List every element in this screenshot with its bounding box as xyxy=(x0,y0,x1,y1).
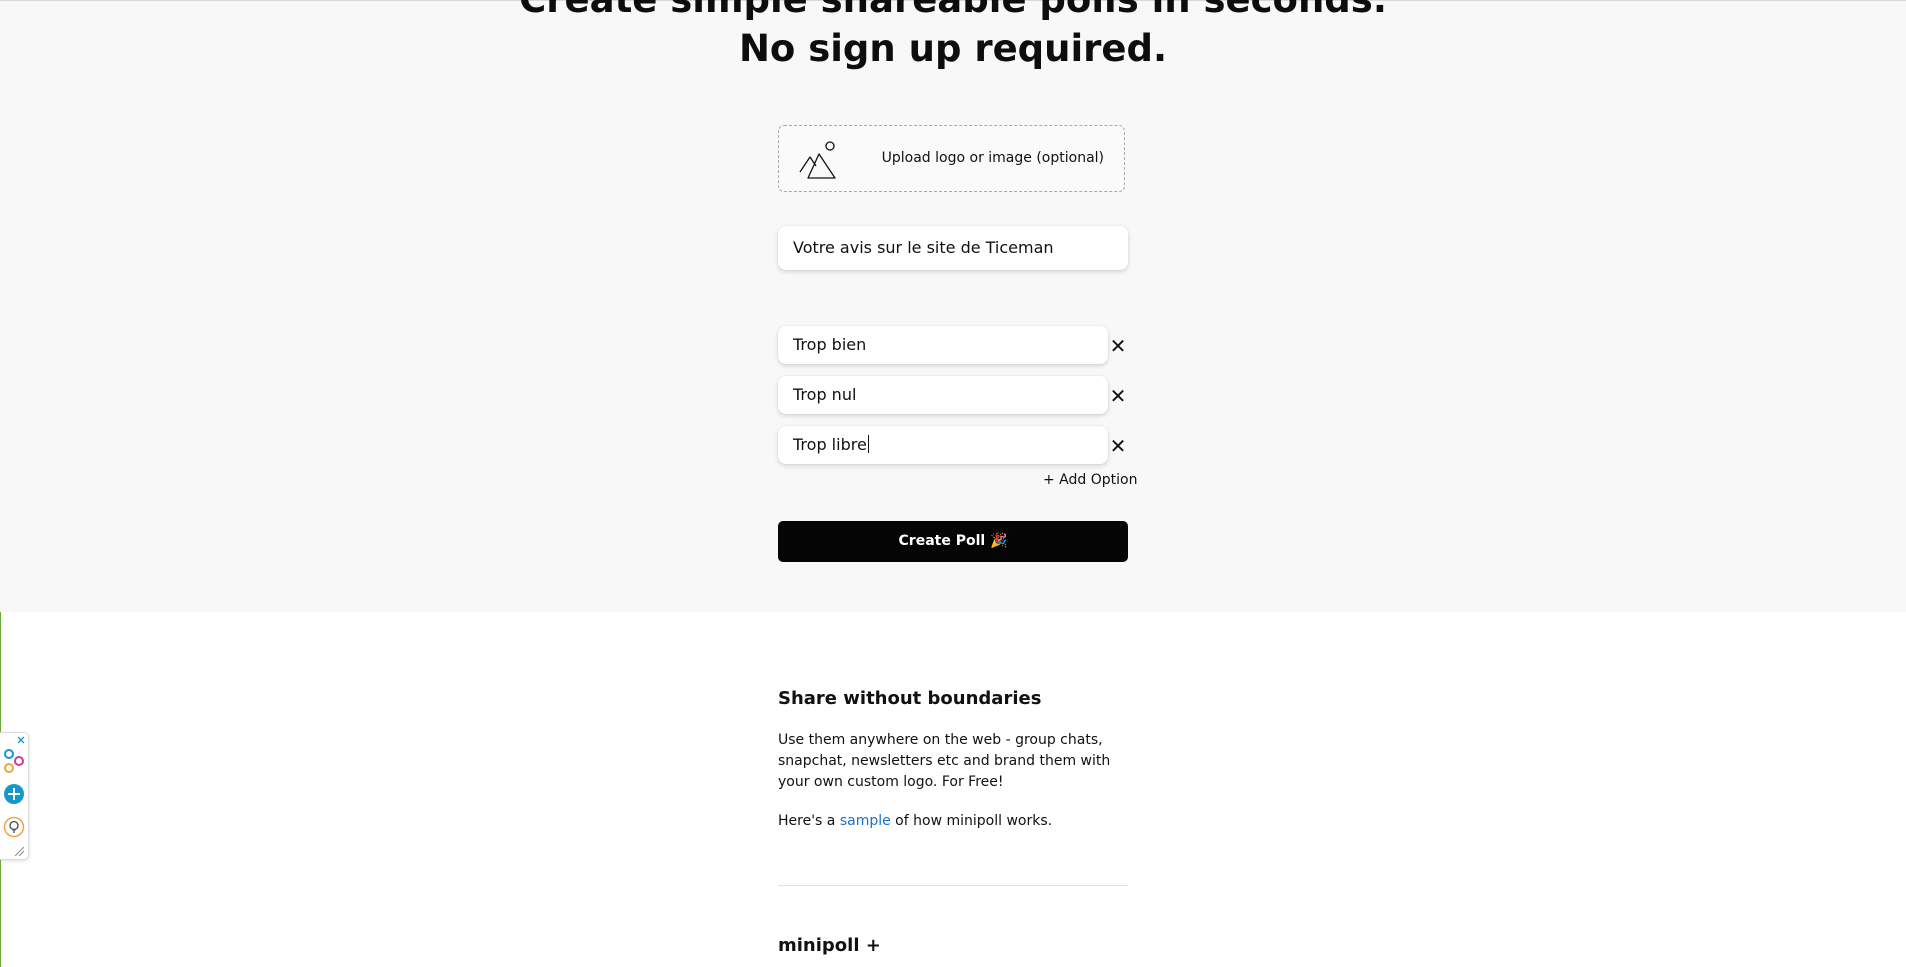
upload-image-dropzone[interactable]: Upload logo or image (optional) xyxy=(778,125,1125,192)
text-caret xyxy=(867,435,869,453)
image-upload-icon xyxy=(799,140,841,180)
sample-suffix: of how minipoll works. xyxy=(890,813,1053,829)
minipoll-plus-title: minipoll + xyxy=(778,935,881,956)
add-icon[interactable] xyxy=(3,783,25,805)
poll-option-input-2[interactable]: Trop nul xyxy=(778,376,1108,414)
hero-title-line-2: No sign up required. xyxy=(738,27,1168,70)
sample-link[interactable]: sample xyxy=(840,813,891,829)
upload-label: Upload logo or image (optional) xyxy=(881,150,1104,166)
sample-sentence: Here's a sample of how minipoll works. xyxy=(778,813,1052,829)
close-icon[interactable] xyxy=(16,735,26,745)
hero-title-line-1: Create simple shareable polls in seconds… xyxy=(0,0,1906,21)
sample-prefix: Here's a xyxy=(778,813,840,829)
lightbulb-icon[interactable] xyxy=(3,816,25,838)
poll-option-text: Trop nul xyxy=(793,385,857,404)
resize-icon[interactable] xyxy=(13,845,25,857)
add-option-button[interactable]: + Add Option xyxy=(1043,472,1137,488)
poll-option-input-1[interactable]: Trop bien xyxy=(778,326,1108,364)
poll-option-text: Trop libre xyxy=(793,435,867,454)
remove-option-3-close-icon[interactable]: ✕ xyxy=(1108,436,1128,456)
side-extension-widget xyxy=(0,732,29,860)
remove-option-2-close-icon[interactable]: ✕ xyxy=(1108,386,1128,406)
remove-option-1-close-icon[interactable]: ✕ xyxy=(1108,336,1128,356)
create-poll-button[interactable]: Create Poll 🎉 xyxy=(778,521,1128,562)
poll-question-text: Votre avis sur le site de Ticeman xyxy=(793,238,1054,257)
share-section-body: Use them anywhere on the web - group cha… xyxy=(778,732,1111,790)
hero-section: Create simple shareable polls in seconds… xyxy=(0,0,1906,612)
poll-question-input[interactable]: Votre avis sur le site de Ticeman xyxy=(778,226,1128,270)
poll-option-text: Trop bien xyxy=(793,335,867,354)
share-circles-icon[interactable] xyxy=(3,748,25,774)
share-section-title: Share without boundaries xyxy=(778,688,1042,709)
poll-option-input-3[interactable]: Trop libre xyxy=(778,426,1108,464)
section-divider xyxy=(778,885,1128,886)
